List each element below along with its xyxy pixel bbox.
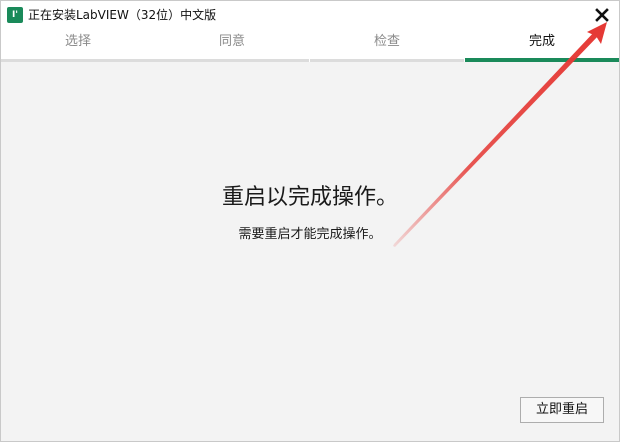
step-agree: 同意 xyxy=(155,29,309,62)
step-select: 选择 xyxy=(1,29,155,62)
title-bar: I' 正在安装LabVIEW（32位）中文版 xyxy=(1,1,619,29)
step-indicator: 选择 同意 检查 完成 xyxy=(1,29,619,62)
step-label: 完成 xyxy=(528,34,555,49)
labview-app-icon: I' xyxy=(7,7,23,23)
step-check: 检查 xyxy=(310,29,464,62)
restart-headline: 重启以完成操作。 xyxy=(221,185,398,210)
close-button[interactable] xyxy=(591,4,613,26)
step-label: 同意 xyxy=(218,34,245,49)
close-icon xyxy=(595,8,609,22)
step-label: 选择 xyxy=(64,34,91,49)
restart-now-button[interactable]: 立即重启 xyxy=(520,397,604,423)
step-label: 检查 xyxy=(373,34,400,49)
step-complete: 完成 xyxy=(465,29,619,62)
restart-message: 需要重启才能完成操作。 xyxy=(238,227,382,242)
window-title: 正在安装LabVIEW（32位）中文版 xyxy=(28,8,217,22)
main-content: 重启以完成操作。 需要重启才能完成操作。 立即重启 xyxy=(1,62,619,441)
installer-window: I' 正在安装LabVIEW（32位）中文版 选择 同意 检查 完成 重启以完成… xyxy=(0,0,620,442)
